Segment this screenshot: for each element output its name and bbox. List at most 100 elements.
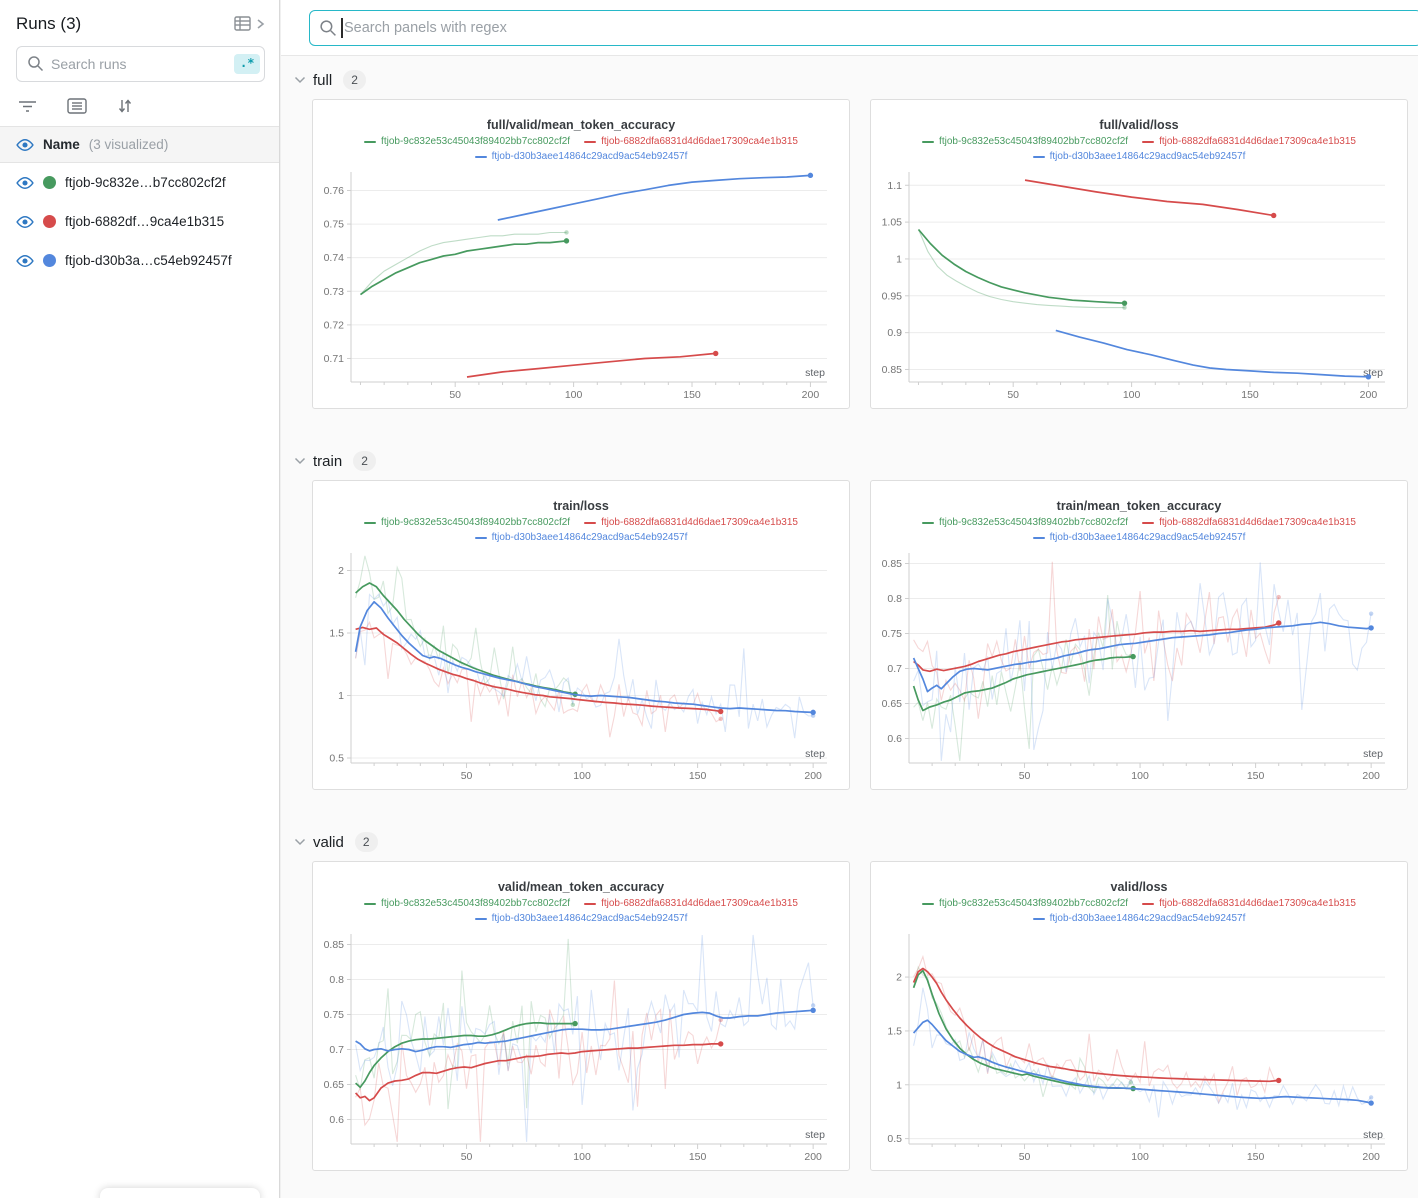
svg-text:0.5: 0.5: [329, 753, 344, 765]
legend-swatch: [1033, 918, 1045, 920]
svg-text:200: 200: [804, 1151, 822, 1163]
line-chart[interactable]: 1.11.0510.950.90.8550100150200step: [875, 166, 1395, 406]
legend-item[interactable]: ftjob-d30b3aee14864c29acd9ac54eb92457f: [475, 150, 688, 164]
svg-text:0.7: 0.7: [329, 1044, 344, 1056]
chart-panel[interactable]: valid/mean_token_accuracy ftjob-9c832e53…: [312, 861, 850, 1171]
svg-text:2: 2: [338, 565, 344, 577]
name-column-label: Name: [43, 137, 80, 152]
svg-text:0.8: 0.8: [887, 593, 902, 605]
legend-item[interactable]: ftjob-d30b3aee14864c29acd9ac54eb92457f: [1033, 531, 1246, 545]
run-row[interactable]: ftjob-d30b3a…c54eb92457f: [0, 241, 279, 280]
legend-item[interactable]: ftjob-9c832e53c45043f89402bb7cc802cf2f: [364, 897, 570, 911]
chart-panel[interactable]: full/valid/loss ftjob-9c832e53c45043f894…: [870, 99, 1408, 409]
line-chart[interactable]: 0.760.750.740.730.720.7150100150200step: [317, 166, 837, 406]
legend-run-id: ftjob-9c832e53c45043f89402bb7cc802cf2f: [939, 897, 1128, 911]
expand-chevron-icon[interactable]: [256, 17, 265, 31]
panel-search-input[interactable]: [309, 10, 1418, 46]
chart-panel[interactable]: full/valid/mean_token_accuracy ftjob-9c8…: [312, 99, 850, 409]
legend-item[interactable]: ftjob-d30b3aee14864c29acd9ac54eb92457f: [475, 531, 688, 545]
legend-item[interactable]: ftjob-9c832e53c45043f89402bb7cc802cf2f: [922, 516, 1128, 530]
section-label[interactable]: valid: [313, 834, 344, 851]
legend-item[interactable]: ftjob-6882dfa6831d4d6dae17309ca4e1b315: [584, 135, 798, 149]
legend-item[interactable]: ftjob-9c832e53c45043f89402bb7cc802cf2f: [922, 135, 1128, 149]
section-label[interactable]: train: [313, 453, 342, 470]
legend-item[interactable]: ftjob-d30b3aee14864c29acd9ac54eb92457f: [475, 912, 688, 926]
chevron-down-icon[interactable]: [294, 457, 306, 465]
svg-text:0.8: 0.8: [329, 974, 344, 986]
svg-text:0.76: 0.76: [324, 185, 345, 197]
legend-item[interactable]: ftjob-6882dfa6831d4d6dae17309ca4e1b315: [584, 516, 798, 530]
legend-item[interactable]: ftjob-9c832e53c45043f89402bb7cc802cf2f: [364, 135, 570, 149]
run-name[interactable]: ftjob-6882df…9ca4e1b315: [65, 214, 224, 229]
run-row[interactable]: ftjob-9c832e…b7cc802cf2f: [0, 163, 279, 202]
legend-swatch: [475, 537, 487, 539]
legend-item[interactable]: ftjob-9c832e53c45043f89402bb7cc802cf2f: [364, 516, 570, 530]
svg-text:0.75: 0.75: [324, 219, 345, 231]
regex-toggle-button[interactable]: .*: [234, 54, 260, 74]
columns-icon[interactable]: [67, 98, 87, 114]
line-chart[interactable]: 0.850.80.750.70.650.650100150200step: [317, 928, 837, 1168]
chart-panel[interactable]: train/mean_token_accuracy ftjob-9c832e53…: [870, 480, 1408, 790]
svg-text:0.9: 0.9: [887, 327, 902, 339]
legend-swatch: [584, 141, 596, 143]
svg-text:150: 150: [683, 389, 701, 401]
legend-run-id: ftjob-6882dfa6831d4d6dae17309ca4e1b315: [601, 135, 798, 149]
legend-swatch: [922, 522, 934, 524]
svg-text:step: step: [805, 748, 825, 760]
runs-search-input[interactable]: [17, 55, 234, 73]
chart-panel[interactable]: train/loss ftjob-9c832e53c45043f89402bb7…: [312, 480, 850, 790]
svg-text:0.95: 0.95: [882, 290, 903, 302]
runs-table-icon[interactable]: [234, 16, 254, 32]
legend-run-id: ftjob-6882dfa6831d4d6dae17309ca4e1b315: [1159, 135, 1356, 149]
runs-search: .*: [16, 46, 265, 82]
chart-legend: ftjob-9c832e53c45043f89402bb7cc802cf2fft…: [321, 516, 841, 545]
run-row[interactable]: ftjob-6882df…9ca4e1b315: [0, 202, 279, 241]
chart-panel[interactable]: valid/loss ftjob-9c832e53c45043f89402bb7…: [870, 861, 1408, 1171]
wandb-workspace: Runs (3) .*: [0, 0, 1418, 1198]
section-header[interactable]: train 2: [294, 451, 1418, 471]
chart-legend: ftjob-9c832e53c45043f89402bb7cc802cf2fft…: [879, 135, 1399, 164]
visibility-eye-icon[interactable]: [16, 254, 34, 268]
legend-item[interactable]: ftjob-6882dfa6831d4d6dae17309ca4e1b315: [584, 897, 798, 911]
chart-legend: ftjob-9c832e53c45043f89402bb7cc802cf2fft…: [321, 897, 841, 926]
line-chart[interactable]: 0.850.80.750.70.650.650100150200step: [875, 547, 1395, 787]
legend-run-id: ftjob-d30b3aee14864c29acd9ac54eb92457f: [1050, 912, 1246, 926]
svg-text:100: 100: [565, 389, 583, 401]
legend-item[interactable]: ftjob-6882dfa6831d4d6dae17309ca4e1b315: [1142, 516, 1356, 530]
section-label[interactable]: full: [313, 72, 332, 89]
line-chart[interactable]: 21.510.550100150200step: [317, 547, 837, 787]
chevron-down-icon[interactable]: [294, 838, 306, 846]
visibility-eye-icon[interactable]: [16, 138, 34, 152]
visibility-eye-icon[interactable]: [16, 176, 34, 190]
svg-text:200: 200: [802, 389, 820, 401]
legend-swatch: [922, 903, 934, 905]
line-chart[interactable]: 21.510.550100150200step: [875, 928, 1395, 1168]
section-count-badge: 2: [355, 832, 378, 852]
legend-swatch: [364, 141, 376, 143]
legend-item[interactable]: ftjob-d30b3aee14864c29acd9ac54eb92457f: [1033, 912, 1246, 926]
legend-swatch: [364, 903, 376, 905]
legend-run-id: ftjob-9c832e53c45043f89402bb7cc802cf2f: [939, 135, 1128, 149]
legend-item[interactable]: ftjob-9c832e53c45043f89402bb7cc802cf2f: [922, 897, 1128, 911]
legend-item[interactable]: ftjob-d30b3aee14864c29acd9ac54eb92457f: [1033, 150, 1246, 164]
legend-item[interactable]: ftjob-6882dfa6831d4d6dae17309ca4e1b315: [1142, 897, 1356, 911]
svg-text:1: 1: [338, 690, 344, 702]
legend-item[interactable]: ftjob-6882dfa6831d4d6dae17309ca4e1b315: [1142, 135, 1356, 149]
legend-run-id: ftjob-d30b3aee14864c29acd9ac54eb92457f: [492, 912, 688, 926]
legend-run-id: ftjob-9c832e53c45043f89402bb7cc802cf2f: [939, 516, 1128, 530]
section-header[interactable]: full 2: [294, 70, 1418, 90]
svg-text:1.1: 1.1: [887, 180, 902, 192]
chevron-down-icon[interactable]: [294, 76, 306, 84]
visibility-eye-icon[interactable]: [16, 215, 34, 229]
chart-title: train/loss: [321, 499, 841, 513]
legend-swatch: [584, 903, 596, 905]
svg-text:150: 150: [1247, 1151, 1265, 1163]
section-count-badge: 2: [353, 451, 376, 471]
run-name[interactable]: ftjob-9c832e…b7cc802cf2f: [65, 175, 226, 190]
svg-text:step: step: [1363, 748, 1383, 760]
filter-icon[interactable]: [18, 99, 37, 114]
sort-icon[interactable]: [117, 98, 133, 114]
run-name[interactable]: ftjob-d30b3a…c54eb92457f: [65, 253, 232, 268]
section-header[interactable]: valid 2: [294, 832, 1418, 852]
legend-swatch: [1033, 537, 1045, 539]
